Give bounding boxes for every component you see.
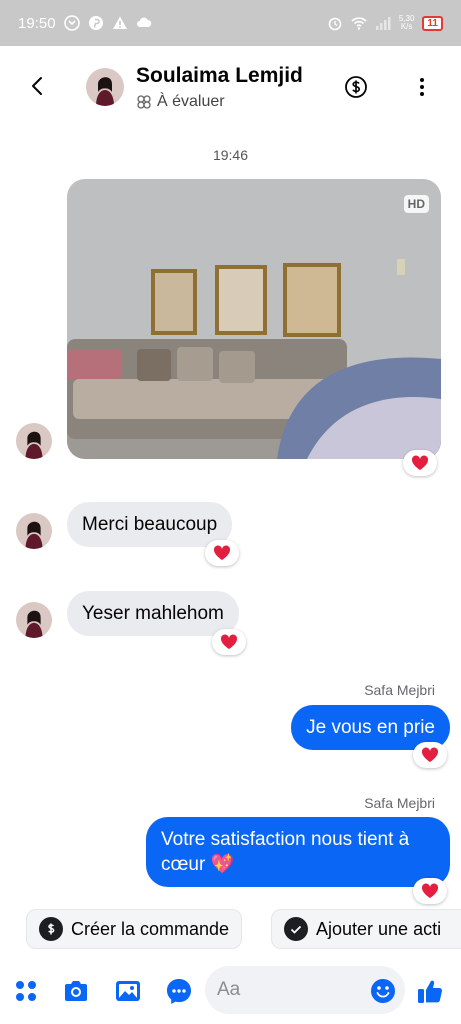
profile-photo: [86, 68, 124, 106]
sender-avatar[interactable]: [16, 513, 52, 549]
dollar-circle-icon[interactable]: [344, 75, 368, 99]
gallery-icon[interactable]: [114, 977, 142, 1005]
apps-grid-icon[interactable]: [12, 977, 40, 1005]
camera-icon[interactable]: [62, 977, 90, 1005]
wifi-icon: [351, 17, 367, 30]
create-order-button[interactable]: Créer la commande: [26, 909, 243, 949]
heart-icon: [421, 883, 439, 898]
heart-reaction[interactable]: [403, 450, 437, 476]
status-time: 19:50: [18, 14, 56, 32]
heart-reaction[interactable]: [413, 878, 447, 904]
rating-icon: [137, 95, 151, 109]
outgoing-message[interactable]: Votre satisfaction nous tient à cœur 💖: [146, 817, 450, 887]
alarm-icon: [328, 17, 342, 31]
warning-icon: [112, 16, 127, 29]
heart-icon: [213, 545, 231, 560]
sender-avatar[interactable]: [16, 423, 52, 459]
heart-reaction[interactable]: [413, 742, 447, 768]
contact-name[interactable]: Soulaima Lemjid: [136, 64, 303, 88]
heart-icon: [421, 747, 439, 762]
pinterest-icon: [88, 16, 103, 30]
hd-badge: HD: [403, 195, 429, 213]
emoji-icon[interactable]: [370, 978, 396, 1004]
profile-photo: [16, 423, 52, 459]
living-room-photo: [67, 179, 441, 459]
contact-status[interactable]: À évaluer: [136, 93, 225, 111]
photo-message[interactable]: HD: [67, 179, 441, 459]
sender-avatar[interactable]: [16, 602, 52, 638]
more-options-icon[interactable]: [414, 75, 430, 99]
voice-message-icon[interactable]: [165, 977, 193, 1005]
contact-subtitle: À évaluer: [157, 93, 225, 110]
add-activity-label: Ajouter une acti: [316, 918, 442, 939]
profile-photo: [16, 513, 52, 549]
message-composer: [0, 964, 461, 1024]
check-icon: [284, 917, 308, 941]
signal-icon: [375, 17, 391, 30]
download-icon: [63, 15, 80, 31]
dollar-icon: [39, 917, 63, 941]
profile-photo: [16, 602, 52, 638]
network-speed: 5,30 K/s: [398, 14, 415, 31]
heart-reaction[interactable]: [212, 629, 246, 655]
contact-avatar[interactable]: [86, 68, 124, 106]
cloud-icon: [136, 17, 151, 27]
heart-icon: [220, 634, 238, 649]
back-arrow-icon[interactable]: [26, 74, 50, 98]
heart-reaction[interactable]: [205, 540, 239, 566]
chat-header: Soulaima Lemjid À évaluer: [0, 46, 461, 130]
heart-icon: [411, 455, 429, 470]
sender-name: Safa Mejbri: [364, 682, 435, 698]
incoming-message[interactable]: Merci beaucoup: [67, 502, 233, 547]
battery-indicator: 11: [422, 15, 443, 31]
message-timestamp: 19:46: [212, 147, 249, 163]
status-bar: 19:50 5,30 K/s 11: [0, 0, 461, 46]
add-activity-button[interactable]: Ajouter une acti: [271, 909, 461, 949]
thumbs-up-icon[interactable]: [416, 977, 444, 1005]
incoming-message[interactable]: Yeser mahlehom: [67, 591, 239, 636]
sender-name: Safa Mejbri: [364, 795, 435, 811]
create-order-label: Créer la commande: [71, 918, 230, 939]
